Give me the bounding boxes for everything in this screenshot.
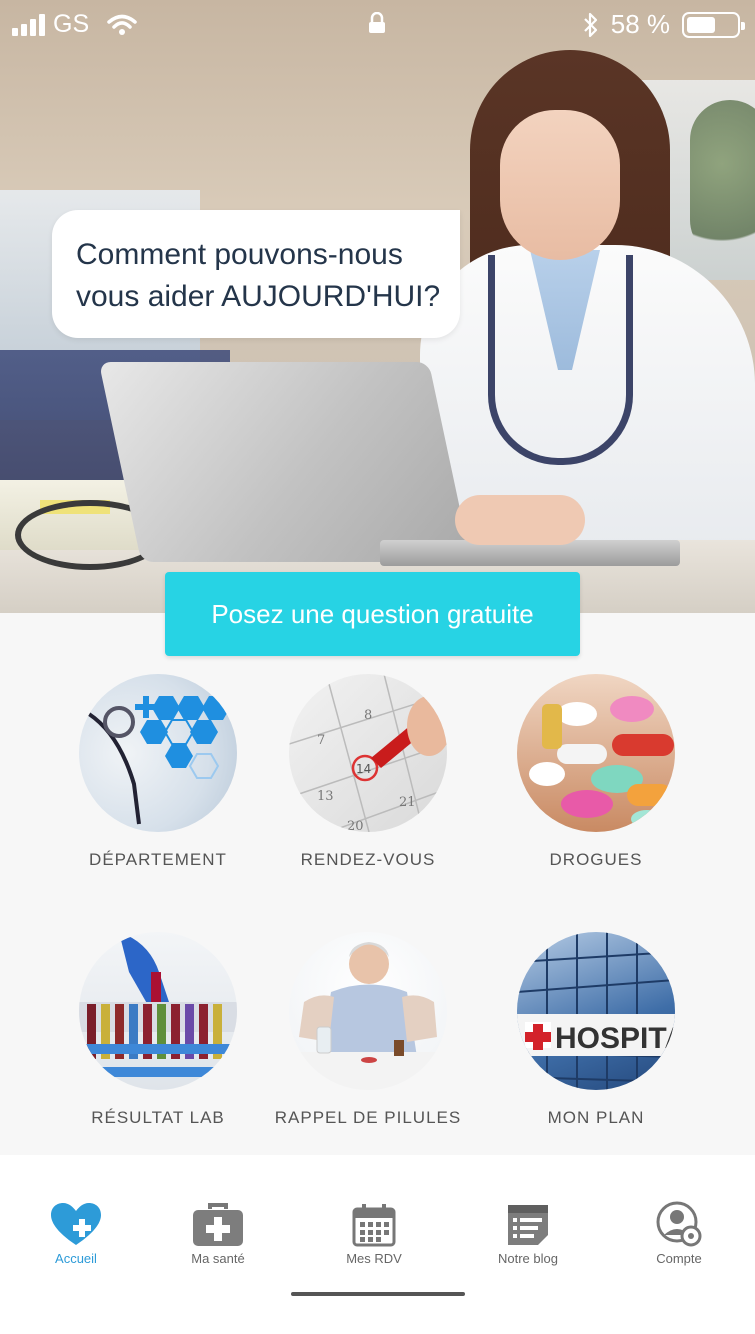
heart-plus-icon: [51, 1203, 101, 1245]
battery-percent: 58 %: [610, 9, 670, 39]
hospital-sign-text: HOSPITA: [555, 1022, 675, 1055]
signal-icon: [12, 13, 45, 36]
hospital-image: HOSPITA: [517, 932, 675, 1090]
nav-my-health[interactable]: Ma santé: [158, 1195, 278, 1266]
battery-icon: [682, 11, 745, 38]
status-left: GS: [12, 10, 137, 39]
bottom-navigation: Accueil Ma santé Mes RDV Notre blog Comp…: [0, 1155, 755, 1334]
carrier-label: GS: [53, 10, 90, 38]
svg-text:8: 8: [364, 708, 372, 723]
service-appointment[interactable]: 7 8 13 21 20 14 RENDEZ-VOUS: [268, 674, 468, 870]
service-my-plan[interactable]: HOSPITA MON PLAN: [496, 932, 696, 1128]
ask-question-button[interactable]: Posez une question gratuite: [165, 572, 580, 656]
test-tubes-icon: [79, 932, 237, 1077]
pill-reminder-image: [289, 932, 447, 1090]
status-bar: GS 58 %: [0, 0, 755, 48]
bluetooth-icon: [583, 12, 597, 37]
wifi-icon: [107, 14, 137, 35]
service-label: DROGUES: [549, 850, 643, 869]
medical-hexagons-icon: [87, 696, 230, 825]
battery-fill: [687, 16, 715, 33]
doctor-hands: [455, 495, 585, 545]
calendar-pen-icon: 7 8 13 21 20 14: [289, 674, 447, 832]
nav-label: Compte: [656, 1251, 702, 1266]
background-plant: [690, 100, 755, 260]
speech-bubble: Comment pouvons-nous vous aider AUJOURD'…: [52, 210, 460, 338]
nav-home[interactable]: Accueil: [16, 1195, 136, 1266]
department-image: [79, 674, 237, 832]
laptop: [98, 362, 472, 562]
appointment-image: 7 8 13 21 20 14: [289, 674, 447, 832]
status-right: 58 %: [583, 9, 745, 40]
hospital-building-icon: HOSPITA: [517, 932, 675, 1090]
bubble-line-1: Comment pouvons-nous: [76, 238, 403, 271]
svg-text:7: 7: [317, 733, 325, 748]
stethoscope: [488, 255, 633, 465]
lab-image: [79, 932, 237, 1090]
service-label: DÉPARTEMENT: [89, 850, 227, 869]
elderly-woman-icon: [289, 942, 447, 1090]
nav-account[interactable]: Compte: [619, 1195, 739, 1266]
medical-bag-icon: [193, 1203, 243, 1246]
calendar-icon: [352, 1204, 396, 1247]
service-label: RENDEZ-VOUS: [300, 850, 436, 869]
service-lab-results[interactable]: RÉSULTAT LAB: [58, 932, 258, 1128]
service-drugs[interactable]: DROGUES: [496, 674, 696, 870]
drugs-image: [517, 674, 675, 832]
service-label: RÉSULTAT LAB: [91, 1108, 225, 1127]
svg-text:13: 13: [317, 789, 334, 804]
svg-text:14: 14: [356, 762, 371, 776]
svg-text:21: 21: [399, 795, 416, 810]
service-label: RAPPEL DE PILULES: [274, 1108, 462, 1127]
blog-icon: [508, 1205, 548, 1245]
service-label: MON PLAN: [547, 1108, 645, 1127]
service-department[interactable]: DÉPARTEMENT: [58, 674, 258, 870]
nav-my-appointments[interactable]: Mes RDV: [314, 1195, 434, 1266]
nav-label: Accueil: [55, 1251, 97, 1266]
doctor-face: [500, 110, 620, 260]
lock-icon: [369, 12, 385, 33]
nav-label: Notre blog: [498, 1251, 558, 1266]
nav-label: Mes RDV: [346, 1251, 402, 1266]
bubble-line-2: vous aider AUJOURD'HUI?: [76, 280, 441, 313]
home-indicator[interactable]: [291, 1292, 465, 1296]
svg-text:20: 20: [347, 819, 364, 832]
nav-blog[interactable]: Notre blog: [468, 1195, 588, 1266]
nav-label: Ma santé: [191, 1251, 245, 1266]
account-gear-icon: [656, 1201, 702, 1247]
service-pill-reminder[interactable]: RAPPEL DE PILULES: [268, 932, 468, 1128]
pills-icon: [529, 696, 674, 828]
